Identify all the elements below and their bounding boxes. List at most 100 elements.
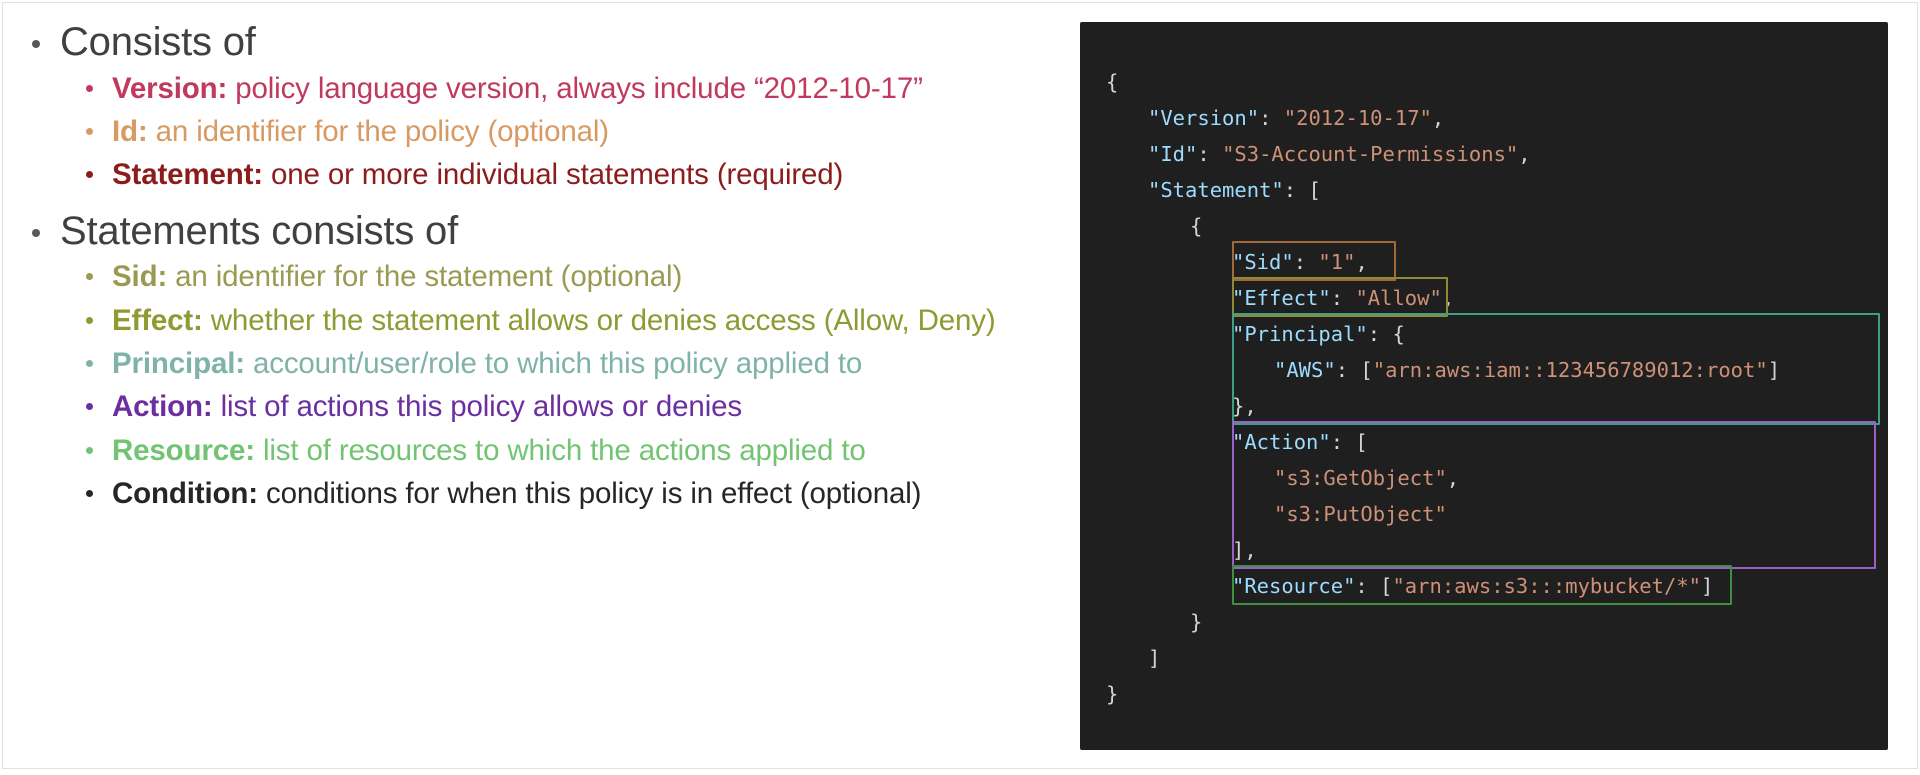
slide-canvas: Consists of Version: policy language ver…: [0, 0, 1920, 775]
bullet-condition-term: Condition:: [112, 476, 258, 510]
code-token-punc: :: [1293, 250, 1319, 274]
code-token-punc: }: [1190, 610, 1203, 634]
bullet-version-term: Version:: [112, 71, 228, 105]
bullet-sid-term: Sid:: [112, 260, 168, 294]
code-token-punc: {: [1106, 70, 1119, 94]
bullet-condition-desc: conditions for when this policy is in ef…: [257, 476, 922, 510]
bullet-sid: Sid: an identifier for the statement (op…: [60, 258, 1046, 296]
code-token-str: "S3-Account-Permissions": [1222, 142, 1519, 166]
code-token-punc: : [: [1330, 430, 1368, 454]
bullet-statements-consists-of-label: Statements consists of: [60, 208, 459, 253]
bullet-effect-desc: whether the statement allows or denies a…: [202, 303, 996, 337]
code-token-punc: : [: [1335, 358, 1373, 382]
bullet-dot-icon: [32, 228, 40, 237]
bullet-dot-icon: [86, 489, 93, 497]
code-token-punc: ,: [1441, 286, 1455, 310]
code-token-str: "s3:PutObject": [1274, 502, 1447, 526]
bullet-dot-icon: [86, 446, 93, 454]
code-token-key: "Version": [1148, 106, 1260, 130]
code-token-punc: : {: [1367, 322, 1405, 346]
bullet-sid-desc: an identifier for the statement (optiona…: [167, 260, 683, 294]
code-line: {: [1080, 208, 1888, 244]
bullet-statement-term: Statement:: [112, 158, 263, 192]
code-line: }: [1080, 604, 1888, 640]
bullet-resource: Resource: list of resources to which the…: [60, 432, 1046, 470]
bullet-dot-icon: [86, 84, 93, 92]
code-lines-container: { "Version": "2012-10-17", "Id": "S3-Accou…: [1080, 22, 1888, 750]
code-line: ],: [1080, 532, 1888, 568]
code-token-key: "Statement": [1148, 178, 1284, 202]
bullet-action: Action: list of actions this policy allo…: [60, 388, 1046, 426]
code-line: "Resource": ["arn:aws:s3:::mybucket/*"]: [1080, 568, 1888, 604]
bullet-id-term: Id:: [112, 114, 148, 148]
top-level-bullet-list: Consists of Version: policy language ver…: [14, 20, 1046, 513]
code-token-punc: ,: [1355, 250, 1368, 274]
code-token-key: "Resource": [1232, 574, 1356, 598]
bullet-statement: Statement: one or more individual statem…: [60, 156, 1046, 194]
code-token-punc: :: [1330, 286, 1356, 310]
code-token-punc: :: [1259, 106, 1284, 130]
bullet-dot-icon: [86, 127, 93, 135]
bullet-dot-icon: [86, 316, 93, 324]
bullet-principal: Principal: account/user/role to which th…: [60, 345, 1046, 383]
code-line: "AWS": ["arn:aws:iam::123456789012:root"…: [1080, 352, 1888, 388]
bullet-principal-desc: account/user/role to which this policy a…: [244, 346, 863, 380]
code-token-punc: ]: [1767, 358, 1781, 382]
code-line: "Sid": "1",: [1080, 244, 1888, 280]
code-token-punc: ]: [1701, 574, 1714, 598]
code-token-key: "Action": [1232, 430, 1331, 454]
code-token-punc: },: [1232, 394, 1257, 418]
bullet-outline-pane: Consists of Version: policy language ver…: [0, 10, 1060, 770]
code-line: {: [1080, 64, 1888, 100]
bullet-effect-term: Effect:: [112, 303, 203, 337]
bullet-version-desc: policy language version, always include …: [227, 71, 923, 105]
code-line: "Action": [: [1080, 424, 1888, 460]
bullet-principal-term: Principal:: [112, 346, 245, 380]
bullet-effect: Effect: whether the statement allows or …: [60, 302, 1046, 340]
code-token-str: "1": [1318, 250, 1356, 274]
bullet-dot-icon: [86, 403, 93, 411]
code-token-str: "2012-10-17": [1283, 106, 1432, 130]
bullet-dot-icon: [86, 171, 93, 179]
code-token-punc: ]: [1148, 646, 1161, 670]
code-token-str: "s3:GetObject": [1274, 466, 1447, 490]
bullet-id-desc: an identifier for the policy (optional): [147, 114, 609, 148]
code-token-punc: : [: [1283, 178, 1321, 202]
bullet-dot-icon: [86, 359, 93, 367]
code-line: "s3:PutObject": [1080, 496, 1888, 532]
code-token-key: "Sid": [1232, 250, 1294, 274]
code-token-punc: }: [1106, 682, 1119, 706]
code-token-str: "arn:aws:s3:::mybucket/*": [1392, 574, 1702, 598]
json-policy-code-panel: { "Version": "2012-10-17", "Id": "S3-Accou…: [1080, 22, 1888, 750]
code-token-key: "Id": [1148, 142, 1198, 166]
code-token-punc: {: [1190, 214, 1203, 238]
bullet-condition: Condition: conditions for when this poli…: [60, 475, 1046, 513]
code-token-punc: : [: [1355, 574, 1393, 598]
code-line: },: [1080, 388, 1888, 424]
code-token-key: "Principal": [1232, 322, 1368, 346]
bullet-id: Id: an identifier for the policy (option…: [60, 113, 1046, 151]
bullet-action-term: Action:: [112, 390, 213, 424]
bullet-consists-of: Consists of Version: policy language ver…: [14, 20, 1046, 195]
bullet-statement-desc: one or more individual statements (requi…: [262, 158, 844, 192]
code-token-punc: ,: [1431, 106, 1445, 130]
code-line: ]: [1080, 640, 1888, 676]
code-token-punc: ,: [1446, 466, 1460, 490]
code-line: "s3:GetObject",: [1080, 460, 1888, 496]
code-line: "Principal": {: [1080, 316, 1888, 352]
code-token-key: "Effect": [1232, 286, 1331, 310]
sub-bullet-list-policy-fields: Version: policy language version, always…: [60, 70, 1046, 195]
code-line: "Effect": "Allow",: [1080, 280, 1888, 316]
code-token-punc: ,: [1518, 142, 1531, 166]
bullet-action-desc: list of actions this policy allows or de…: [212, 390, 743, 424]
code-token-str: "arn:aws:iam::123456789012:root": [1372, 358, 1768, 382]
code-line: "Version": "2012-10-17",: [1080, 100, 1888, 136]
code-token-str: "Allow": [1355, 286, 1442, 310]
bullet-resource-desc: list of resources to which the actions a…: [254, 433, 866, 467]
code-line: "Statement": [: [1080, 172, 1888, 208]
bullet-dot-icon: [32, 40, 40, 48]
sub-bullet-list-statement-fields: Sid: an identifier for the statement (op…: [60, 258, 1046, 513]
code-token-punc: :: [1197, 142, 1223, 166]
bullet-dot-icon: [86, 273, 93, 281]
code-token-key: "AWS": [1274, 358, 1336, 382]
